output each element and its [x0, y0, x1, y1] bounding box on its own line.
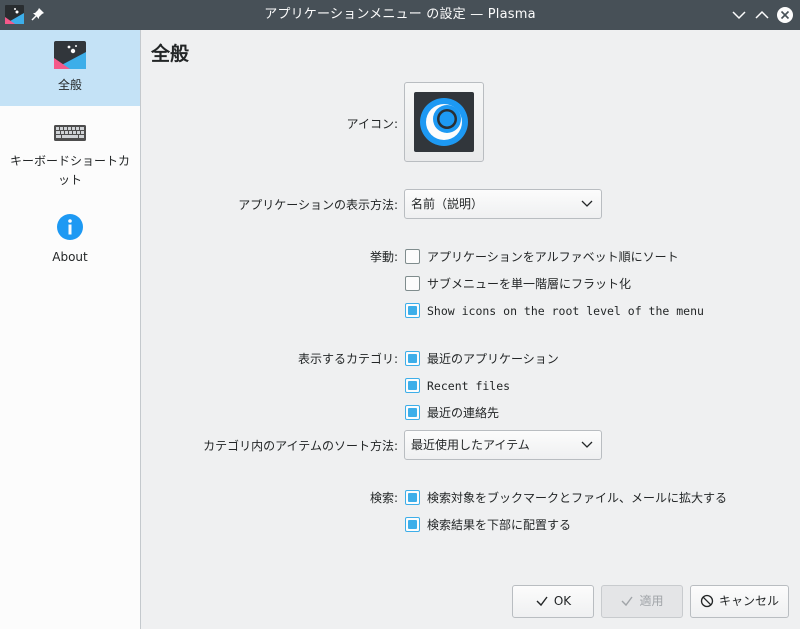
sidebar-item-about[interactable]: About — [0, 210, 140, 270]
chevron-down-icon — [581, 441, 593, 448]
display-method-label: アプリケーションの表示方法: — [238, 198, 398, 212]
search-label: 検索: — [369, 491, 398, 505]
checkbox[interactable] — [405, 276, 420, 291]
sort-method-label: カテゴリ内のアイテムのソート方法: — [203, 439, 398, 453]
sort-method-select[interactable]: 最近使用したアイテム — [404, 430, 602, 460]
cancel-icon — [700, 594, 714, 607]
main-panel: 全般 アイコン: アプリケーションの表示方法: 名前（説明） 挙動: アプリケー… — [141, 30, 800, 629]
behavior-label: 挙動: — [369, 250, 398, 264]
apply-button[interactable]: 適用 — [601, 585, 683, 618]
check-icon — [621, 596, 634, 606]
chevron-down-icon — [581, 200, 593, 207]
window-title: アプリケーションメニュー の設定 — Plasma — [264, 7, 536, 22]
app-menu-icon — [54, 41, 86, 69]
sidebar-item-keyboard-shortcuts[interactable]: キーボードショートカット — [0, 114, 140, 194]
checkbox[interactable] — [405, 249, 420, 264]
close-icon[interactable] — [776, 6, 794, 24]
kickoff-icon — [420, 98, 468, 146]
sidebar-item-label: 全般 — [57, 78, 82, 92]
minimize-icon[interactable] — [730, 6, 748, 24]
info-icon — [57, 214, 83, 240]
sidebar: 全般 キーボードショートカット About — [0, 30, 141, 629]
checkbox[interactable] — [405, 517, 420, 532]
icon-label: アイコン: — [346, 117, 398, 131]
page-title: 全般 — [151, 43, 190, 65]
window-titlebar[interactable]: アプリケーションメニュー の設定 — Plasma — [0, 0, 800, 30]
checkbox[interactable] — [405, 378, 420, 393]
check-icon — [536, 596, 548, 606]
checkbox[interactable] — [405, 490, 420, 505]
checkbox[interactable] — [405, 303, 420, 318]
maximize-icon[interactable] — [753, 6, 771, 24]
sidebar-item-label: キーボードショートカット — [9, 154, 130, 187]
cancel-button[interactable]: キャンセル — [690, 585, 789, 618]
categories-label: 表示するカテゴリ: — [297, 352, 398, 366]
display-method-select[interactable]: 名前（説明） — [404, 189, 602, 219]
ok-button[interactable]: OK — [512, 585, 594, 618]
sort-method-value: 最近使用したアイテム — [411, 438, 530, 452]
checkbox[interactable] — [405, 351, 420, 366]
sidebar-item-general[interactable]: 全般 — [0, 30, 140, 106]
display-method-value: 名前（説明） — [411, 197, 484, 211]
keyboard-icon — [54, 125, 86, 141]
icon-picker-button[interactable] — [404, 82, 484, 162]
checkbox[interactable] — [405, 405, 420, 420]
sidebar-item-label: About — [52, 250, 88, 264]
